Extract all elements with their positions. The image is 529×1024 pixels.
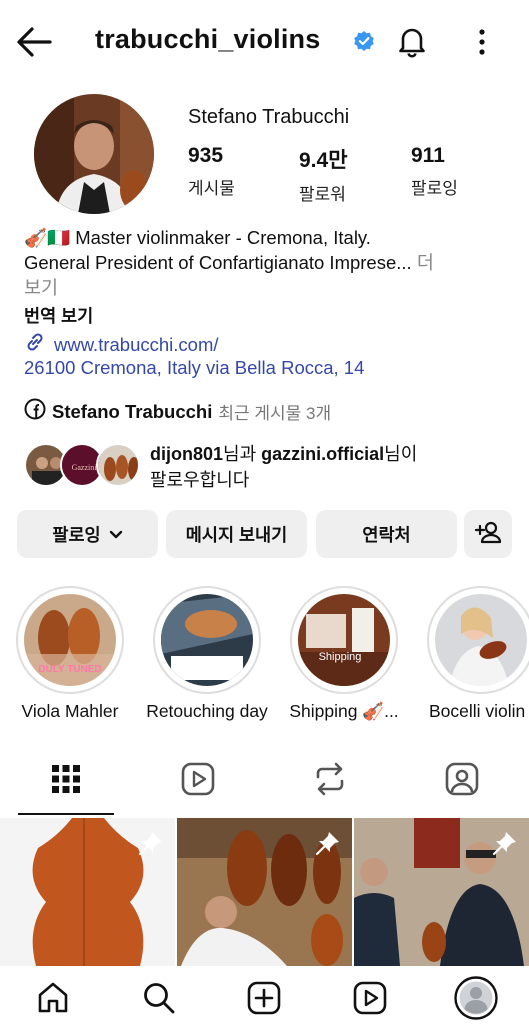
bio-more-link[interactable]: 더: [412, 252, 434, 273]
active-tab-indicator: [18, 813, 114, 815]
highlight-ring: [153, 586, 261, 694]
website-link[interactable]: www.trabucchi.com/: [24, 331, 219, 358]
stat-posts-label: 게시물: [188, 179, 235, 198]
back-arrow-icon[interactable]: [14, 24, 54, 60]
chevron-down-icon: [109, 524, 123, 545]
following-button-label: 팔로잉: [52, 524, 101, 545]
highlight-1-overlay-text: DULY TUNED: [38, 664, 101, 675]
pinned-post-icon: [138, 830, 164, 856]
pinned-post-icon: [315, 830, 341, 856]
tab-tagged-icon[interactable]: [442, 759, 482, 799]
stat-posts[interactable]: 935 게시물: [188, 144, 235, 199]
mutual-user-1: dijon801: [150, 444, 224, 464]
highlight-bocelli-violin[interactable]: Bocelli violin: [425, 586, 529, 721]
verified-badge-icon: [353, 30, 375, 52]
highlight-label: Viola Mahler: [21, 701, 119, 721]
contact-button[interactable]: 연락처: [316, 510, 457, 558]
add-person-icon: [474, 520, 502, 549]
more-options-icon[interactable]: [470, 26, 494, 58]
stat-followers[interactable]: 9.4만 팔로워: [299, 144, 348, 205]
highlight-ring: Shipping: [290, 586, 398, 694]
mutual-followers-avatars[interactable]: Gazzini: [24, 443, 140, 489]
stat-following-count: 911: [411, 144, 445, 167]
address-link[interactable]: 26100 Cremona, Italy via Bella Rocca, 14: [24, 357, 364, 379]
post-tile-2[interactable]: [177, 818, 352, 966]
notification-bell-icon[interactable]: [395, 24, 429, 58]
message-button[interactable]: 메시지 보내기: [166, 510, 307, 558]
highlight-retouching-day[interactable]: Retouching day: [146, 586, 268, 721]
highlight-label: Bocelli violin: [429, 701, 526, 721]
highlight-3-overlay-text: Shipping: [319, 651, 362, 663]
content-tabs: [0, 745, 529, 817]
tab-reposts-icon[interactable]: [310, 759, 350, 799]
mutual-conj-2: 님이: [384, 444, 418, 464]
highlight-ring: DULY TUNED: [16, 586, 124, 694]
mutual-avatar-3: [96, 443, 140, 487]
tab-reels-icon[interactable]: [178, 759, 218, 799]
mutual-avatar-2-logo-text: Gazzini: [72, 463, 98, 472]
post-tile-1[interactable]: [0, 818, 175, 966]
bio-line-1: 🎻🇮🇹 Master violinmaker - Cremona, Italy.: [24, 227, 371, 248]
highlight-shipping[interactable]: Shipping Shipping 🎻...: [288, 586, 400, 721]
top-bar: trabucchi_violins: [0, 0, 529, 84]
stat-followers-count: 9.4만: [299, 149, 348, 172]
following-button[interactable]: 팔로잉: [17, 510, 158, 558]
mutual-user-2: gazzini.official: [261, 444, 385, 464]
posts-grid: [0, 818, 529, 966]
stat-following[interactable]: 911 팔로잉: [411, 144, 458, 199]
stat-posts-count: 935: [188, 144, 224, 167]
message-button-label: 메시지 보내기: [185, 524, 288, 545]
translate-link[interactable]: 번역 보기: [24, 303, 93, 328]
post-tile-3[interactable]: [354, 818, 529, 966]
facebook-recent-posts: 최근 게시물 3개: [218, 404, 332, 423]
suggest-people-button[interactable]: [464, 510, 512, 558]
stat-followers-label: 팔로워: [299, 185, 346, 204]
highlight-cover: [435, 594, 527, 686]
profile-full-name: Stefano Trabucchi: [188, 106, 350, 128]
link-icon: [24, 331, 46, 358]
mutual-followers-suffix: 팔로우합니다: [150, 470, 250, 490]
profile-avatar[interactable]: [34, 94, 154, 214]
contact-button-label: 연락처: [362, 524, 411, 545]
bio-line-2: General President of Confartigianato Imp…: [24, 250, 514, 275]
pinned-post-icon: [492, 830, 518, 856]
highlight-viola-mahler[interactable]: DULY TUNED Viola Mahler: [14, 586, 126, 721]
profile-username: trabucchi_violins: [95, 24, 321, 54]
stat-following-label: 팔로잉: [411, 179, 458, 198]
highlight-ring: [427, 586, 529, 694]
highlight-cover: DULY TUNED: [24, 594, 116, 686]
highlight-cover: [161, 594, 253, 686]
reels-icon[interactable]: [352, 980, 388, 1016]
mutual-conj-1: 님과: [223, 444, 262, 464]
highlight-label: Shipping 🎻...: [289, 701, 399, 721]
facebook-link[interactable]: Stefano Trabucchi 최근 게시물 3개: [24, 398, 331, 425]
highlight-cover: Shipping: [298, 594, 390, 686]
create-post-icon[interactable]: [246, 980, 282, 1016]
home-icon[interactable]: [35, 980, 71, 1016]
bio-more-link-continued[interactable]: 보기: [24, 275, 514, 300]
profile-nav-avatar[interactable]: [454, 976, 498, 1020]
tab-posts-grid-icon[interactable]: [46, 759, 86, 799]
search-icon[interactable]: [141, 980, 177, 1016]
bio-line-2-text: General President of Confartigianato Imp…: [24, 252, 412, 273]
facebook-name: Stefano Trabucchi: [52, 400, 213, 422]
facebook-icon: [24, 398, 46, 425]
profile-bio: 🎻🇮🇹 Master violinmaker - Cremona, Italy.…: [24, 225, 514, 300]
mutual-followers-text[interactable]: dijon801님과 gazzini.official님이 팔로우합니다: [150, 441, 520, 493]
highlight-label: Retouching day: [146, 701, 268, 721]
bottom-navigation: [0, 966, 529, 1024]
website-url: www.trabucchi.com/: [54, 333, 219, 355]
